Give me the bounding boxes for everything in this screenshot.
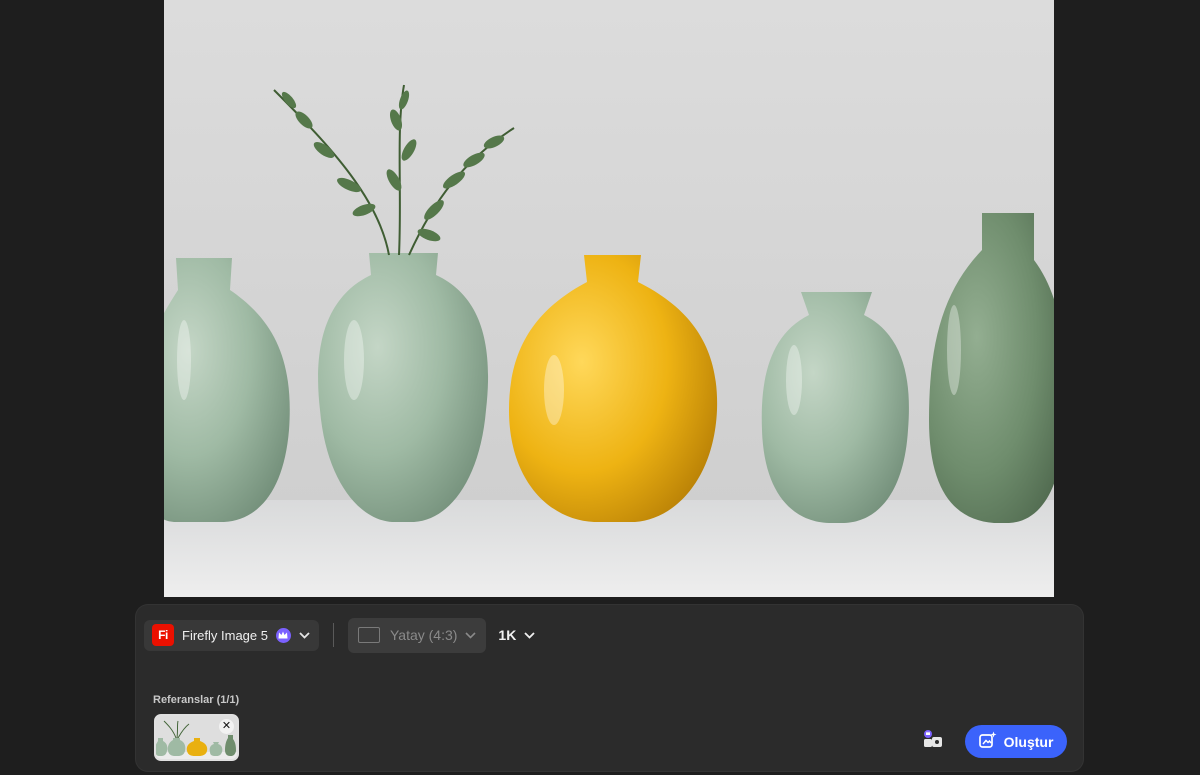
model-selector[interactable]: Fi Firefly Image 5 [144,619,319,651]
generate-button[interactable]: Oluştur [965,725,1067,758]
references-label: Referanslar (1/1) [153,694,240,706]
aspect-ratio-selector[interactable]: Yatay (4:3) [347,617,487,653]
app-stage: Fi Firefly Image 5 Yatay (4:3) 1K Refera… [0,0,1200,775]
generated-image[interactable] [164,0,1054,597]
aspect-ratio-icon [357,627,380,643]
resolution-label: 1K [498,627,517,643]
aspect-ratio-label: Yatay (4:3) [389,627,458,643]
generate-label: Oluştur [1003,733,1054,750]
reference-thumbnail[interactable]: ✕ [154,714,239,761]
generate-icon [978,731,997,753]
chevron-down-icon [299,631,310,639]
model-label: Firefly Image 5 [182,627,268,643]
chevron-down-icon [465,631,476,639]
generation-toolbar: Fi Firefly Image 5 Yatay (4:3) 1K [144,617,535,653]
chevron-down-icon [524,631,535,639]
resolution-selector[interactable]: 1K [498,627,535,643]
prompt-panel: Fi Firefly Image 5 Yatay (4:3) 1K Refera… [136,605,1083,771]
firefly-logo-icon: Fi [152,624,174,646]
credits-icon[interactable] [922,729,944,749]
crown-icon [275,627,291,643]
toolbar-divider [332,623,334,647]
remove-reference-button[interactable]: ✕ [219,719,234,734]
